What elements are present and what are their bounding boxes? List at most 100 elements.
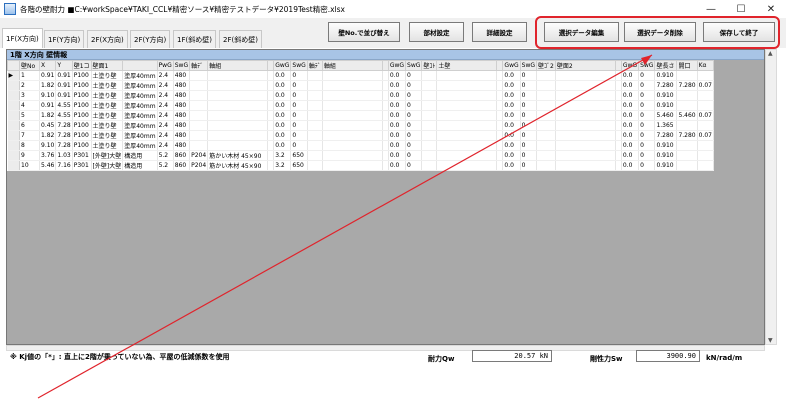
table-cell[interactable]: 1.03 <box>55 150 73 161</box>
table-cell[interactable]: 0.91 <box>55 80 73 91</box>
table-cell[interactable]: P100 <box>72 90 92 101</box>
table-cell[interactable] <box>536 100 556 111</box>
table-cell[interactable]: 0 <box>520 130 538 141</box>
table-cell[interactable] <box>536 90 556 101</box>
table-cell[interactable] <box>207 80 269 91</box>
table-cell[interactable]: P100 <box>72 70 92 81</box>
table-cell[interactable] <box>555 110 616 121</box>
tab-1f-y[interactable]: 1F(Y方向) <box>44 30 85 48</box>
table-cell[interactable] <box>555 150 616 161</box>
table-cell[interactable]: 塗厚40mm <box>122 140 158 151</box>
table-cell[interactable]: 2.4 <box>157 120 174 131</box>
table-cell[interactable]: 4.55 <box>55 110 73 121</box>
grid-corner[interactable] <box>7 60 20 71</box>
table-cell[interactable] <box>207 130 269 141</box>
tab-2f-x[interactable]: 2F(X方向) <box>87 30 128 48</box>
table-cell[interactable]: 7.280 <box>676 80 698 91</box>
table-cell[interactable]: P204 <box>189 160 209 171</box>
table-cell[interactable] <box>189 130 209 141</box>
table-cell[interactable] <box>536 120 556 131</box>
table-cell[interactable]: 0.0 <box>502 120 521 131</box>
table-cell[interactable]: P100 <box>72 140 92 151</box>
table-cell[interactable]: 0 <box>638 70 656 81</box>
table-cell[interactable]: 860 <box>173 150 191 161</box>
table-cell[interactable]: 塗厚40mm <box>122 90 158 101</box>
table-cell[interactable] <box>676 150 698 161</box>
table-cell[interactable]: P301 <box>72 150 92 161</box>
table-cell[interactable]: 0 <box>290 90 308 101</box>
table-cell[interactable]: 0 <box>520 150 538 161</box>
table-cell[interactable]: 9.10 <box>39 90 57 101</box>
table-cell[interactable] <box>536 140 556 151</box>
table-cell[interactable]: 10 <box>19 160 40 171</box>
table-cell[interactable]: 480 <box>173 100 191 111</box>
table-cell[interactable] <box>436 70 498 81</box>
table-cell[interactable]: 0 <box>638 160 656 171</box>
table-cell[interactable] <box>436 130 498 141</box>
table-cell[interactable]: 塗厚40mm <box>122 130 158 141</box>
table-row[interactable]: 9 3.76 1.03 P301 [外壁]大壁 構造用 5.2 860 P204 筋かい木材 45… <box>7 150 714 161</box>
table-cell[interactable]: 0 <box>520 140 538 151</box>
table-cell[interactable]: 構造用 <box>122 160 158 171</box>
table-cell[interactable]: 0 <box>520 110 538 121</box>
vertical-scrollbar[interactable]: ▲ ▼ <box>765 49 777 345</box>
table-cell[interactable]: 480 <box>173 130 191 141</box>
table-cell[interactable]: 0 <box>405 90 423 101</box>
table-cell[interactable]: 0.07 <box>697 80 714 91</box>
table-cell[interactable] <box>697 100 714 111</box>
table-cell[interactable]: 5.2 <box>157 150 174 161</box>
table-cell[interactable] <box>676 140 698 151</box>
table-cell[interactable]: P100 <box>72 120 92 131</box>
table-cell[interactable]: 0 <box>638 150 656 161</box>
table-cell[interactable] <box>676 100 698 111</box>
table-cell[interactable]: 5.460 <box>676 110 698 121</box>
table-cell[interactable]: 650 <box>290 150 308 161</box>
table-cell[interactable]: 0.0 <box>388 150 407 161</box>
table-cell[interactable]: 0.0 <box>273 90 292 101</box>
table-cell[interactable]: 土塗り壁 <box>91 110 124 121</box>
column-header[interactable]: 壁ｺﾞ2 <box>536 60 556 71</box>
table-cell[interactable] <box>322 100 383 111</box>
table-cell[interactable]: 0.0 <box>502 130 521 141</box>
table-cell[interactable]: 0 <box>290 140 308 151</box>
table-row[interactable]: 6 0.45 7.28 P100 土塗り壁 塗厚40mm 2.4 480 0.0 0 0.0 0 0.0… <box>7 120 714 131</box>
table-cell[interactable] <box>555 90 616 101</box>
column-header[interactable]: 軸組 <box>321 60 383 71</box>
table-cell[interactable]: P100 <box>72 130 92 141</box>
table-cell[interactable]: 構造用 <box>122 150 158 161</box>
table-cell[interactable]: 0.0 <box>502 110 521 121</box>
table-cell[interactable] <box>322 140 383 151</box>
table-cell[interactable]: 0.0 <box>621 150 640 161</box>
table-cell[interactable]: 土塗り壁 <box>91 80 124 91</box>
table-cell[interactable] <box>421 110 438 121</box>
table-cell[interactable]: 塗厚40mm <box>122 80 158 91</box>
table-cell[interactable] <box>697 70 714 81</box>
table-cell[interactable]: 1.82 <box>39 130 57 141</box>
row-header[interactable] <box>7 110 20 121</box>
table-cell[interactable]: 0.0 <box>273 110 292 121</box>
table-cell[interactable] <box>307 110 323 121</box>
table-cell[interactable]: 2.4 <box>157 90 174 101</box>
table-cell[interactable] <box>676 70 698 81</box>
table-cell[interactable] <box>322 70 383 81</box>
table-cell[interactable]: 0.0 <box>388 140 407 151</box>
table-cell[interactable]: 土塗り壁 <box>91 120 124 131</box>
table-cell[interactable] <box>421 120 438 131</box>
table-cell[interactable]: 0.0 <box>273 130 292 141</box>
table-cell[interactable] <box>307 90 323 101</box>
table-cell[interactable]: 0 <box>520 160 538 171</box>
row-header[interactable] <box>7 120 20 131</box>
table-cell[interactable]: 5 <box>19 110 40 121</box>
table-cell[interactable]: 0.0 <box>502 160 521 171</box>
table-cell[interactable]: 860 <box>173 160 191 171</box>
table-cell[interactable]: [外壁]大壁 <box>91 160 124 171</box>
row-header[interactable] <box>7 100 20 111</box>
table-row[interactable]: 10 5.46 7.16 P301 [外壁]大壁 構造用 5.2 860 P204 筋かい木材 4… <box>7 160 714 171</box>
table-cell[interactable]: 7.16 <box>55 160 73 171</box>
table-cell[interactable]: 0 <box>638 110 656 121</box>
column-header[interactable]: 軸ﾃﾞ <box>189 60 209 71</box>
table-cell[interactable]: 0 <box>290 130 308 141</box>
table-cell[interactable] <box>421 80 438 91</box>
table-cell[interactable]: 土塗り壁 <box>91 90 124 101</box>
table-cell[interactable]: 0.0 <box>502 150 521 161</box>
